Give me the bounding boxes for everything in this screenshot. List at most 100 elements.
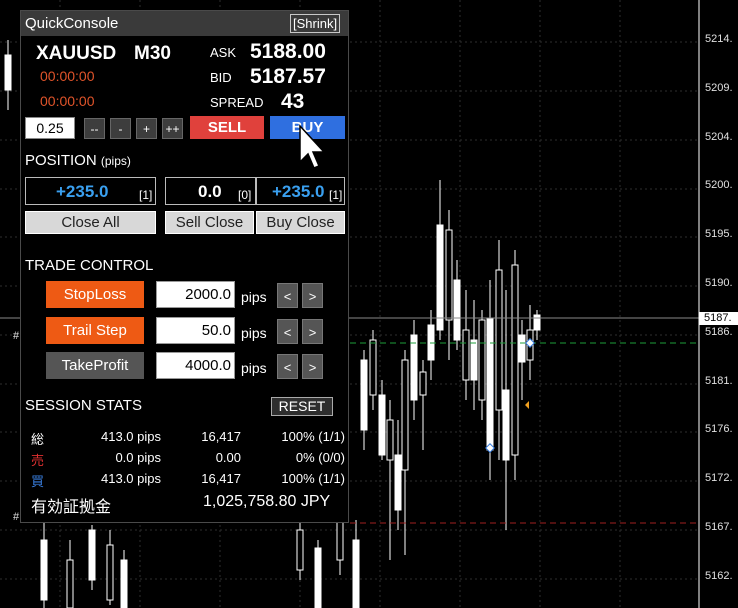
price-axis-label: 5200. [705, 179, 733, 192]
price-axis-label: 5186. [705, 325, 733, 338]
price-axis-label: 5209. [705, 81, 733, 94]
stats-row-label: 総 [31, 432, 45, 447]
candle-body [486, 317, 494, 451]
price-axis-label: 5190. [705, 277, 733, 289]
total-position-box: +235.0 [1] [25, 177, 156, 205]
symbol-label: XAUUSD [36, 43, 117, 64]
ask-label: ASK [210, 45, 237, 60]
candle-body [470, 339, 478, 381]
stats-row-pips: 0.0 pips [115, 450, 161, 465]
stoploss-increase-button[interactable]: > [302, 283, 323, 308]
candle-body [394, 454, 402, 511]
sell-position-box: 0.0 [0] [165, 177, 256, 205]
stats-row-amount: 16,417 [201, 429, 241, 444]
candle-body [419, 371, 427, 396]
buy-close-button[interactable]: Buy Close [256, 211, 345, 234]
trail-step-button[interactable]: Trail Step [46, 317, 144, 344]
title-bar[interactable]: QuickConsole [Shrink] [21, 11, 348, 36]
takeprofit-decrease-button[interactable]: < [277, 354, 298, 379]
candle-body [511, 264, 519, 456]
hash-mark: # [13, 511, 20, 523]
price-axis-label: 5214. [705, 33, 733, 45]
candle-body [106, 544, 114, 601]
lot-decrease-button[interactable]: - [110, 118, 131, 139]
lot-decrease-large-button[interactable]: -- [84, 118, 105, 139]
takeprofit-unit: pips [241, 360, 267, 376]
lot-increase-button[interactable]: + [136, 118, 157, 139]
candle-body [401, 359, 409, 471]
candle-body [40, 539, 48, 601]
stats-row-amount: 16,417 [201, 471, 241, 486]
lot-size-input[interactable]: 0.25 [25, 117, 75, 139]
price-axis-label: 5195. [705, 228, 733, 241]
bid-price: 5187.57 [250, 65, 326, 88]
panel-title: QuickConsole [25, 15, 119, 32]
takeprofit-input[interactable]: 4000.0 [156, 352, 235, 379]
trade-arrow-marker [525, 401, 529, 409]
takeprofit-button[interactable]: TakeProfit [46, 352, 144, 379]
candle-body [314, 547, 322, 608]
sell-position-count: [0] [238, 188, 252, 202]
stats-row-label: 買 [31, 474, 45, 489]
takeprofit-increase-button[interactable]: > [302, 354, 323, 379]
position-label: POSITION [25, 152, 97, 169]
total-position-value: +235.0 [56, 182, 109, 201]
spread-value: 43 [281, 90, 305, 113]
candle-body [533, 314, 541, 331]
trail-step-increase-button[interactable]: > [302, 319, 323, 344]
stats-row-label: 売 [31, 453, 45, 468]
candle-body [360, 359, 368, 431]
candle-body [386, 419, 394, 461]
sell-close-button[interactable]: Sell Close [165, 211, 254, 234]
close-all-button[interactable]: Close All [25, 211, 156, 234]
timeframe-label: M30 [134, 43, 171, 64]
stoploss-decrease-button[interactable]: < [277, 283, 298, 308]
trade-control-title: TRADE CONTROL [25, 257, 154, 274]
current-price-tag: 5187. [699, 312, 738, 325]
lot-increase-large-button[interactable]: ++ [162, 118, 183, 139]
stoploss-unit: pips [241, 289, 267, 305]
candle-body [88, 529, 96, 581]
stats-row-pips: 413.0 pips [101, 429, 161, 444]
candle-body [453, 279, 461, 341]
session-timer: 00:00:00 [40, 93, 95, 109]
stats-row-rate: 100% (1/1) [281, 471, 345, 486]
spread-label: SPREAD [210, 95, 264, 110]
stoploss-input[interactable]: 2000.0 [156, 281, 235, 308]
candle-body [462, 329, 470, 381]
candle-body [66, 559, 74, 608]
position-section-title: POSITION (pips) [25, 152, 131, 169]
equity-value: 1,025,758.80 JPY [203, 493, 331, 510]
price-axis-label: 5172. [705, 472, 733, 485]
stats-row-pips: 413.0 pips [101, 471, 161, 486]
candle-body [120, 559, 128, 608]
trail-step-decrease-button[interactable]: < [277, 319, 298, 344]
ask-price: 5188.00 [250, 40, 326, 63]
reset-button[interactable]: RESET [271, 397, 333, 416]
stats-row-rate: 100% (1/1) [281, 429, 345, 444]
buy-position-box: +235.0 [1] [256, 177, 345, 205]
trail-step-input[interactable]: 50.0 [156, 317, 235, 344]
candle-body [369, 339, 377, 396]
shrink-button[interactable]: [Shrink] [290, 14, 341, 33]
price-axis-label: 5181. [705, 374, 733, 387]
position-unit: (pips) [100, 154, 131, 168]
bar-timer: 00:00:00 [40, 68, 95, 84]
candle-body [502, 389, 510, 461]
stats-row-amount: 0.00 [215, 450, 241, 465]
bid-label: BID [210, 70, 232, 85]
candle-body [378, 394, 386, 456]
candle-body [518, 334, 526, 363]
price-axis-label: 5204. [705, 130, 733, 143]
price-axis-label: 5167. [705, 521, 733, 533]
candle-body [436, 224, 444, 331]
mouse-cursor-icon [299, 124, 326, 169]
quick-console-panel: QuickConsole [Shrink] XAUUSD M30 00:00:0… [20, 10, 349, 523]
candle-body [352, 539, 360, 608]
candle-body [296, 529, 304, 571]
sell-button[interactable]: SELL [190, 116, 264, 139]
candle-body [495, 269, 503, 411]
equity-label: 有効証拠金 [31, 499, 112, 516]
stoploss-button[interactable]: StopLoss [46, 281, 144, 308]
session-stats-title: SESSION STATS [25, 397, 142, 414]
